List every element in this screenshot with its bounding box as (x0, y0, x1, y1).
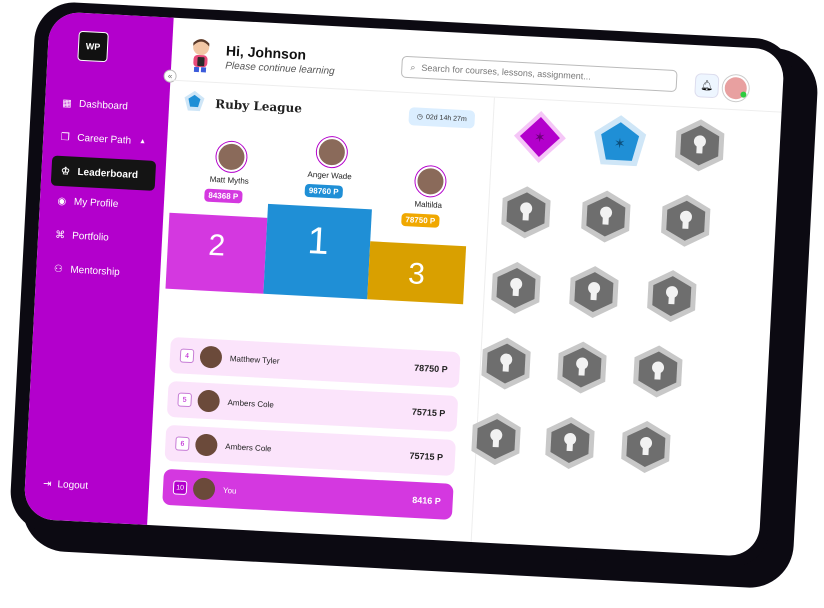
sidebar-item-portfolio[interactable]: ⌘ Portfolio (37, 219, 162, 255)
league-timer: ◷ 02d 14h 27m (408, 107, 476, 129)
locked-badge-icon[interactable] (670, 116, 729, 175)
app-logo[interactable]: WP (77, 30, 109, 63)
locked-badge-icon[interactable] (541, 414, 600, 473)
player-name: Ambers Cole (227, 397, 275, 409)
player-points: 78750 P (413, 362, 448, 375)
sidebar-item-my-profile[interactable]: ◉ My Profile (39, 185, 164, 221)
sidebar-item-mentorship[interactable]: ⚇ Mentorship (36, 253, 161, 289)
podium-block-first: 1 (263, 203, 372, 300)
badges-grid: ✶ ✶ (471, 107, 773, 541)
sidebar-item-dashboard[interactable]: ▦ Dashboard (44, 87, 169, 123)
locked-badge-icon[interactable] (616, 418, 675, 477)
rank-badge: 5 (177, 392, 193, 408)
student-avatar-illustration (193, 39, 210, 73)
device-frame: WP « ▦ Dashboard ❒ Career Path ▲ ♔ Leade… (8, 0, 796, 570)
greeting-block: Hi, Johnson Please continue learning (225, 42, 336, 77)
locked-badge-icon[interactable] (467, 410, 526, 469)
ruby-league-icon (184, 90, 205, 112)
locked-badge-icon[interactable] (642, 267, 701, 326)
sidebar-item-label: Career Path (76, 132, 132, 147)
amethyst-badge[interactable]: ✶ (511, 108, 570, 167)
podium-place-third: 3 (407, 257, 426, 292)
sidebar-item-label: Leaderboard (77, 166, 139, 181)
sidebar-nav: ▦ Dashboard ❒ Career Path ▲ ♔ Leaderboar… (35, 87, 169, 293)
logout-label: Logout (57, 479, 89, 492)
sapphire-badge[interactable]: ✶ (590, 112, 649, 171)
sidebar-item-label: Mentorship (70, 264, 121, 278)
avatar[interactable] (414, 165, 447, 198)
avatar (199, 345, 223, 369)
logout-button[interactable]: ⇥ Logout (43, 478, 88, 491)
player-name: Matthew Tyler (229, 353, 280, 366)
player-points: 8416 P (411, 494, 441, 507)
podium-place-first: 1 (306, 220, 330, 264)
book-icon: ❒ (60, 131, 71, 143)
player-name: Ambers Cole (225, 441, 272, 453)
user-circle-icon: ◉ (57, 195, 67, 207)
sidebar-item-label: My Profile (73, 196, 119, 210)
sidebar-item-label: Dashboard (78, 98, 129, 112)
podium-name-third: Maltilda (414, 199, 443, 210)
timer-value: 02d 14h 27m (425, 113, 467, 123)
logout-icon: ⇥ (42, 478, 52, 490)
table-row[interactable]: 5 Ambers Cole 75715 P (166, 380, 459, 433)
avatar (197, 389, 221, 413)
podium-name-first: Anger Wade (307, 169, 352, 182)
chevron-up-icon: ▲ (138, 137, 147, 145)
table-row-current-user[interactable]: 10 You 8416 P (162, 468, 454, 520)
clock-icon: ◷ (416, 113, 424, 121)
podium-place-second: 2 (207, 228, 226, 263)
player-name: You (222, 485, 237, 496)
logo-text: WP (85, 41, 101, 52)
rank-badge: 10 (172, 480, 188, 496)
svg-text:✶: ✶ (534, 129, 547, 146)
svg-text:✶: ✶ (613, 135, 626, 152)
table-row[interactable]: 6 Ambers Cole 75715 P (164, 424, 456, 476)
locked-badge-icon[interactable] (497, 183, 556, 242)
rank-badge: 4 (179, 348, 195, 364)
locked-badge-icon[interactable] (656, 191, 715, 250)
avatar[interactable] (215, 141, 248, 173)
app-screen: WP « ▦ Dashboard ❒ Career Path ▲ ♔ Leade… (23, 11, 785, 558)
avatar (192, 477, 216, 501)
league-panel: Ruby League ◷ 02d 14h 27m Matt Myths 843… (147, 80, 495, 542)
avatar[interactable] (316, 136, 348, 168)
table-row[interactable]: 4 Matthew Tyler 78750 P (169, 336, 461, 389)
bell-icon: 🔔︎ (700, 79, 714, 92)
podium-points-third: 78750 P (401, 212, 440, 228)
locked-badge-icon[interactable] (477, 334, 536, 393)
podium-points-second: 84368 P (204, 188, 243, 204)
rank-badge: 6 (175, 436, 190, 452)
podium-name-second: Matt Myths (209, 174, 250, 186)
search-placeholder: Search for courses, lessons, assignment.… (421, 62, 592, 82)
group-icon: ⚇ (53, 263, 64, 275)
notification-button[interactable]: 🔔︎ (694, 73, 720, 99)
main-content: Hi, Johnson Please continue learning ⌕ S… (147, 17, 785, 557)
locked-badge-icon[interactable] (553, 338, 612, 397)
user-avatar[interactable] (722, 74, 750, 102)
grid-icon: ▦ (62, 97, 73, 109)
app-device: WP « ▦ Dashboard ❒ Career Path ▲ ♔ Leade… (0, 0, 824, 608)
locked-badge-icon[interactable] (576, 187, 635, 246)
locked-badge-icon[interactable] (487, 259, 546, 318)
sidebar-item-label: Portfolio (71, 230, 110, 244)
locked-badge-icon[interactable] (564, 263, 623, 322)
player-points: 75715 P (409, 450, 444, 463)
avatar (194, 433, 218, 457)
search-input[interactable]: ⌕ Search for courses, lessons, assignmen… (400, 55, 678, 93)
league-title: Ruby League (214, 96, 303, 116)
player-points: 75715 P (411, 406, 446, 419)
portfolio-icon: ⌘ (54, 229, 66, 241)
podium-block-third: 3 (367, 241, 467, 305)
trophy-icon: ♔ (60, 165, 71, 177)
online-status-dot (740, 91, 747, 98)
podium: Matt Myths 84368 P 2 Anger Wade 98760 P … (158, 136, 491, 336)
podium-points-first: 98760 P (304, 183, 343, 199)
locked-badge-icon[interactable] (628, 342, 687, 401)
search-icon: ⌕ (410, 61, 416, 72)
sidebar-item-career-path[interactable]: ❒ Career Path ▲ (43, 121, 168, 157)
podium-block-second: 2 (165, 212, 268, 294)
leaderboard-list: 4 Matthew Tyler 78750 P 5 Ambers Cole 75… (162, 336, 461, 528)
